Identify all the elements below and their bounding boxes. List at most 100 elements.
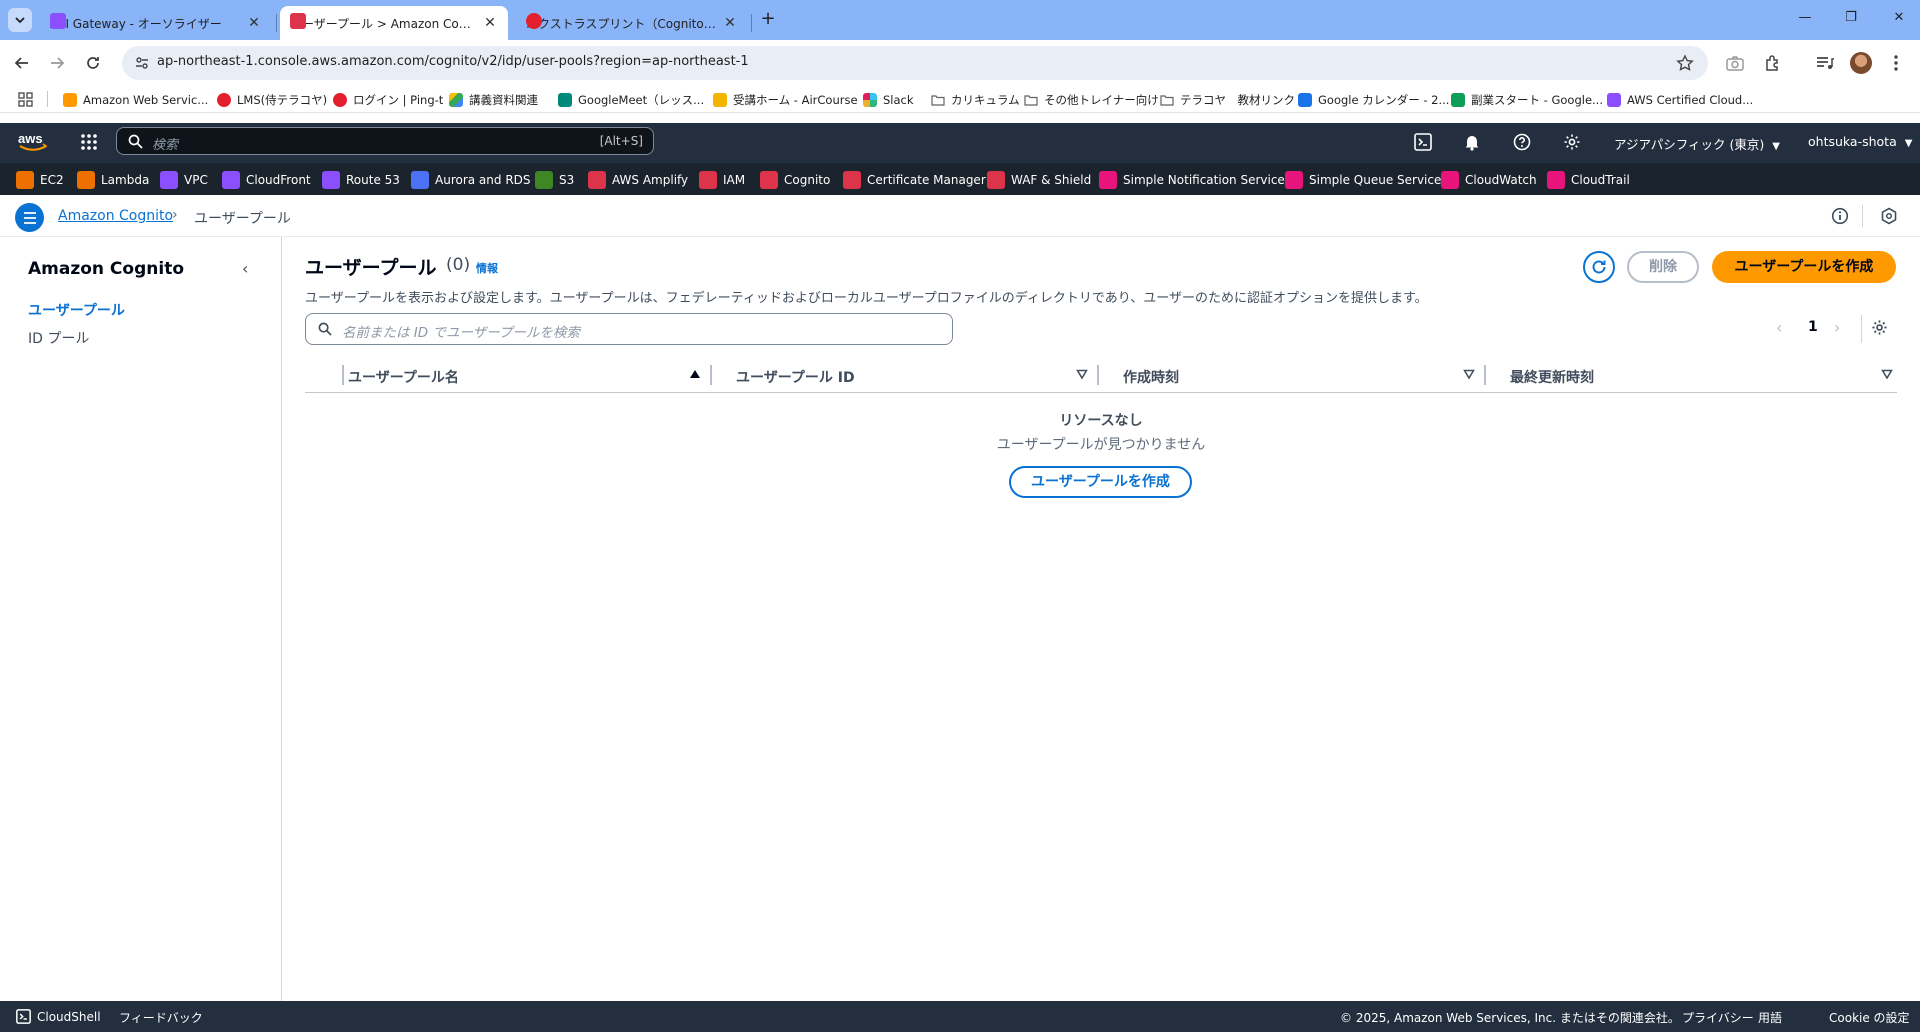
browser-tab-extra-sprint[interactable]: エクストラスプリント（Cognito）| コ ✕	[516, 6, 748, 40]
extensions-button[interactable]	[1761, 51, 1785, 75]
favorite-s3[interactable]: S3	[535, 170, 574, 190]
tab-title: エクストラスプリント（Cognito）| コ	[526, 16, 716, 31]
side-navigation-title[interactable]: Amazon Cognito	[28, 259, 184, 279]
cookie-preferences-link[interactable]: Cookie の設定	[1829, 1009, 1910, 1026]
favorite-cloudtrail[interactable]: CloudTrail	[1547, 170, 1630, 190]
bookmark-aws[interactable]: Amazon Web Servic...	[63, 90, 208, 110]
browser-tab-api-gateway[interactable]: API Gateway - オーソライザー ✕	[40, 6, 272, 40]
apps-grid-icon[interactable]	[18, 92, 33, 107]
terms-link[interactable]: 用語	[1758, 1009, 1782, 1026]
empty-state-create-button[interactable]: ユーザープールを作成	[1009, 466, 1192, 498]
favorite-certificate-manager[interactable]: Certificate Manager	[843, 170, 986, 190]
sort-icon[interactable]	[1881, 368, 1893, 380]
favorite-waf-shield[interactable]: WAF & Shield	[987, 170, 1091, 190]
bookmark-google-calendar[interactable]: Google カレンダー - 2...	[1298, 90, 1449, 110]
privacy-link[interactable]: プライバシー	[1682, 1009, 1754, 1026]
current-page-number[interactable]: 1	[1808, 319, 1818, 335]
column-divider	[1484, 365, 1486, 385]
browser-tab-cognito[interactable]: ユーザープール > Amazon Cognito ✕	[280, 6, 508, 40]
bell-icon	[1465, 136, 1479, 151]
table-preferences-button[interactable]	[1871, 319, 1888, 336]
favorite-lambda[interactable]: Lambda	[77, 170, 149, 190]
favorite-sns[interactable]: Simple Notification Service	[1099, 170, 1285, 190]
favorite-vpc[interactable]: VPC	[160, 170, 208, 190]
restore-window-icon[interactable]: ❐	[1841, 10, 1861, 30]
sidenav-item-identity-pools[interactable]: ID プール	[28, 328, 89, 348]
bookmark-aircourse[interactable]: 受講ホーム - AirCourse	[713, 90, 858, 110]
bookmark-aws-certified[interactable]: AWS Certified Cloud...	[1607, 90, 1753, 110]
bookmark-side-job[interactable]: 副業スタート - Google...	[1451, 90, 1603, 110]
favorite-amplify[interactable]: AWS Amplify	[588, 170, 688, 190]
region-selector[interactable]: アジアパシフィック (東京) ▼	[1614, 134, 1780, 153]
breadcrumb-link-cognito[interactable]: Amazon Cognito	[58, 208, 173, 224]
address-bar[interactable]: ap-northeast-1.console.aws.amazon.com/co…	[122, 46, 1708, 80]
side-navigation-toggle[interactable]	[15, 203, 44, 232]
new-tab-button[interactable]: +	[756, 8, 780, 32]
delete-button[interactable]: 削除	[1627, 251, 1699, 283]
bookmark-folder-terakoya[interactable]: テラコヤ 教材リンク	[1160, 90, 1295, 110]
feedback-link[interactable]: フィードバック	[119, 1009, 203, 1026]
info-panel-button[interactable]	[1831, 207, 1849, 225]
service-label: CloudFront	[246, 173, 311, 187]
info-link[interactable]: 情報	[476, 260, 498, 276]
aws-logo[interactable]: aws	[17, 130, 49, 152]
account-menu[interactable]: ohtsuka-shota ▼	[1808, 134, 1912, 149]
refresh-button[interactable]	[1583, 251, 1615, 283]
bookmark-star-icon[interactable]	[1676, 54, 1694, 72]
close-window-icon[interactable]: ✕	[1889, 10, 1909, 30]
create-user-pool-button[interactable]: ユーザープールを作成	[1712, 251, 1896, 283]
settings-nav-button[interactable]	[1561, 131, 1583, 153]
bookmark-lecture-materials[interactable]: 講義資料関連	[449, 90, 538, 110]
page-title: ユーザープール	[305, 257, 437, 279]
column-header-created-time[interactable]: 作成時刻	[1123, 367, 1179, 387]
tab-search-button[interactable]	[8, 8, 32, 32]
site-info-icon[interactable]	[134, 55, 150, 71]
sidenav-item-user-pools[interactable]: ユーザープール	[28, 300, 125, 320]
close-tab-icon[interactable]: ✕	[482, 15, 498, 31]
column-header-user-pool-id[interactable]: ユーザープール ID	[736, 367, 855, 387]
collapse-navigation-icon[interactable]: ‹	[242, 259, 248, 278]
close-tab-icon[interactable]: ✕	[722, 15, 738, 31]
favorite-cloudwatch[interactable]: CloudWatch	[1441, 170, 1537, 190]
notifications-button[interactable]	[1461, 131, 1483, 153]
browser-menu-button[interactable]	[1884, 51, 1908, 75]
favorite-cognito[interactable]: Cognito	[760, 170, 830, 190]
next-page-icon[interactable]: ›	[1834, 318, 1840, 337]
region-label: アジアパシフィック (東京)	[1614, 137, 1765, 152]
bookmark-folder-trainers[interactable]: その他トレイナー向け	[1024, 90, 1159, 110]
minimize-window-icon[interactable]: —	[1795, 10, 1815, 30]
bookmark-slack[interactable]: Slack	[863, 90, 914, 110]
back-button[interactable]	[10, 51, 34, 75]
favorite-cloudfront[interactable]: CloudFront	[222, 170, 311, 190]
services-menu-icon[interactable]	[80, 133, 98, 151]
column-header-last-updated-time[interactable]: 最終更新時刻	[1510, 367, 1594, 387]
bookmark-ping-t[interactable]: ログイン | Ping-t	[333, 90, 443, 110]
favorite-aurora-rds[interactable]: Aurora and RDS	[411, 170, 531, 190]
screenshot-button[interactable]	[1723, 51, 1747, 75]
favorite-route53[interactable]: Route 53	[322, 170, 400, 190]
favorite-iam[interactable]: IAM	[699, 170, 745, 190]
profile-button[interactable]	[1849, 51, 1873, 75]
bookmark-folder-curriculum[interactable]: カリキュラム	[931, 90, 1020, 110]
close-tab-icon[interactable]: ✕	[246, 15, 262, 31]
sort-icon[interactable]	[1463, 368, 1475, 380]
media-controls-button[interactable]	[1813, 51, 1837, 75]
sort-icon[interactable]	[1076, 368, 1088, 380]
google-calendar-icon	[1298, 93, 1312, 107]
help-button[interactable]	[1511, 131, 1533, 153]
cloudshell-nav-button[interactable]	[1412, 131, 1434, 153]
search-input[interactable]: 名前または ID でユーザープールを検索	[305, 313, 953, 345]
sort-ascending-icon[interactable]	[689, 368, 701, 380]
bookmark-lms[interactable]: LMS(侍テラコヤ)	[217, 90, 327, 110]
favorite-ec2[interactable]: EC2	[16, 170, 64, 190]
cloudshell-footer-button[interactable]: CloudShell	[16, 1009, 101, 1024]
aws-cert-icon	[1607, 93, 1621, 107]
column-header-user-pool-name[interactable]: ユーザープール名	[348, 367, 459, 387]
previous-page-icon[interactable]: ‹	[1776, 318, 1782, 337]
aws-search-input[interactable]: 検索 [Alt+S]	[116, 127, 654, 155]
reload-button[interactable]	[81, 51, 105, 75]
tools-panel-button[interactable]	[1880, 207, 1898, 225]
favorite-sqs[interactable]: Simple Queue Service	[1285, 170, 1441, 190]
bookmark-google-meet[interactable]: GoogleMeet（レッス...	[558, 90, 704, 110]
forward-button[interactable]	[45, 51, 69, 75]
